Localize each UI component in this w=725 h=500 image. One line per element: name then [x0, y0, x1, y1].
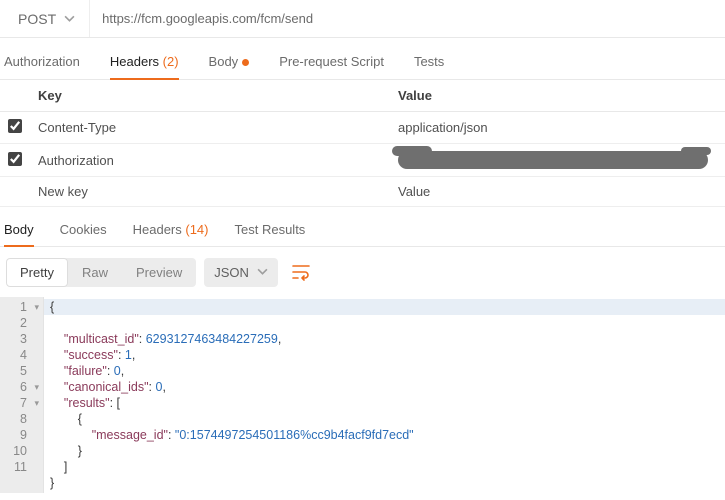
code-content[interactable]: { "multicast_id": 6293127463484227259, "… [44, 297, 725, 493]
tab-headers[interactable]: Headers (2) [110, 42, 179, 79]
content-type-selector[interactable]: JSON [204, 258, 278, 287]
view-pretty[interactable]: Pretty [6, 258, 68, 287]
response-body-viewer[interactable]: 1234567891011 { "multicast_id": 62931274… [0, 297, 725, 493]
new-key-input[interactable]: New key [30, 177, 390, 207]
chevron-down-icon [64, 11, 75, 27]
chevron-down-icon [257, 265, 268, 280]
new-value-input[interactable]: Value [390, 177, 725, 207]
header-value[interactable] [390, 144, 725, 177]
method-selector[interactable]: POST [0, 11, 89, 27]
tab-authorization[interactable]: Authorization [4, 42, 80, 79]
tab-body[interactable]: Body [209, 42, 250, 79]
view-preview[interactable]: Preview [122, 258, 196, 287]
url-input[interactable]: https://fcm.googleapis.com/fcm/send [89, 0, 725, 37]
table-row[interactable]: Authorization [0, 144, 725, 177]
resp-tab-body[interactable]: Body [4, 211, 34, 246]
dot-icon [242, 59, 249, 66]
header-key[interactable]: Authorization [30, 144, 390, 177]
resp-tab-headers[interactable]: Headers (14) [133, 211, 209, 246]
resp-tab-testresults[interactable]: Test Results [235, 211, 306, 246]
line-gutter: 1234567891011 [0, 297, 44, 493]
redacted-value [398, 151, 708, 169]
row-checkbox[interactable] [8, 119, 22, 133]
row-checkbox[interactable] [8, 152, 22, 166]
header-key[interactable]: Content-Type [30, 112, 390, 144]
col-value: Value [390, 80, 725, 112]
tab-prerequest[interactable]: Pre-request Script [279, 42, 384, 79]
tab-tests[interactable]: Tests [414, 42, 444, 79]
col-key: Key [30, 80, 390, 112]
table-row-new[interactable]: New key Value [0, 177, 725, 207]
view-mode-segment: Pretty Raw Preview [6, 258, 196, 287]
view-raw[interactable]: Raw [68, 258, 122, 287]
table-row[interactable]: Content-Type application/json [0, 112, 725, 144]
header-value[interactable]: application/json [390, 112, 725, 144]
wrap-icon [291, 263, 311, 281]
resp-tab-cookies[interactable]: Cookies [60, 211, 107, 246]
method-label: POST [18, 11, 56, 27]
headers-table: Key Value Content-Type application/json … [0, 80, 725, 207]
wrap-lines-button[interactable] [286, 257, 316, 287]
